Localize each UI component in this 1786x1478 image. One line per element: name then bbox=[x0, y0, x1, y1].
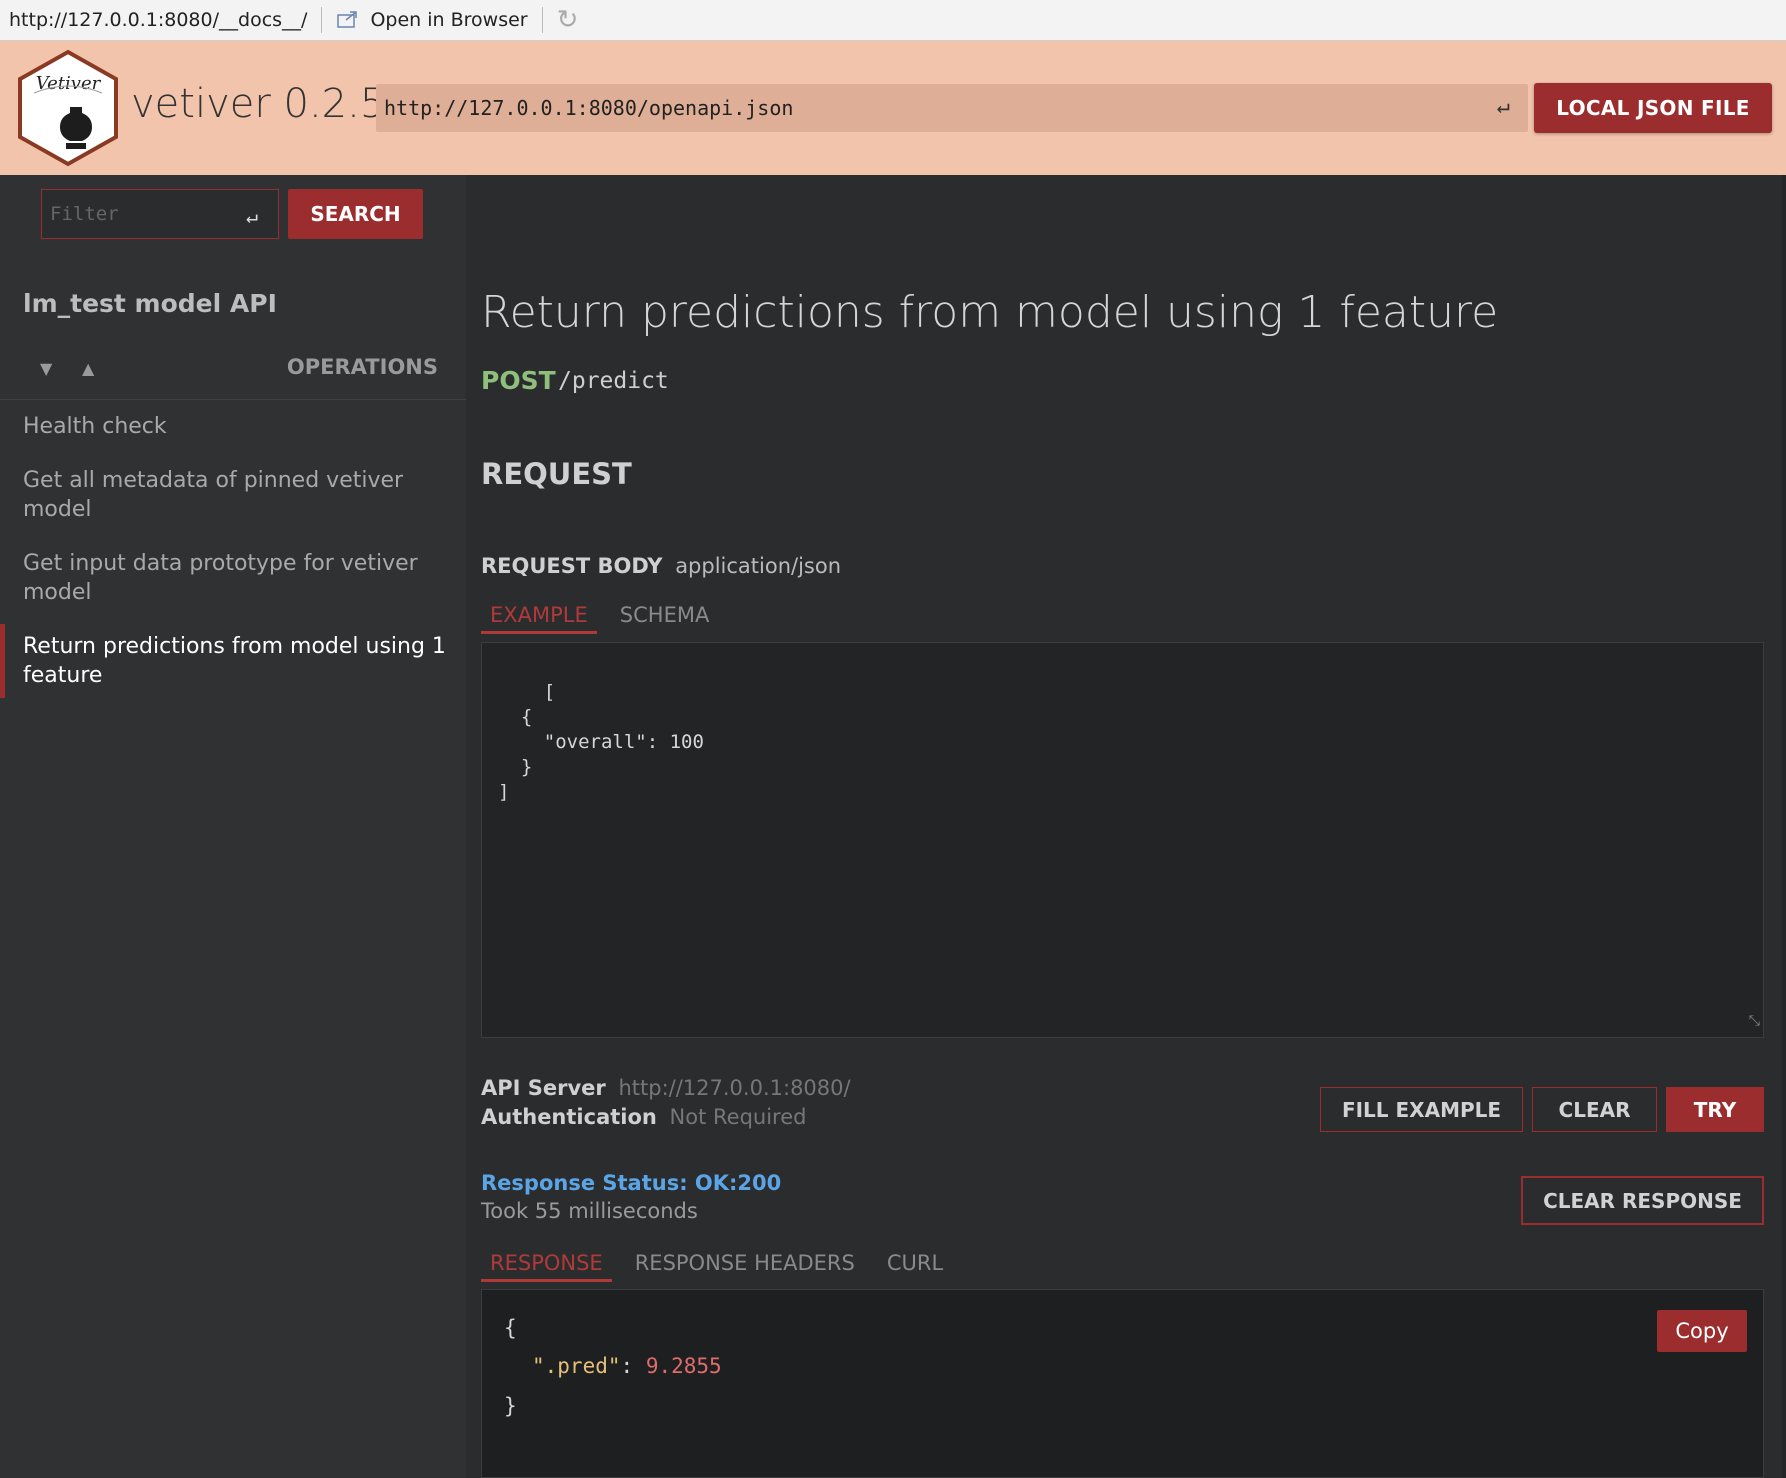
response-status: Response Status: OK:200 bbox=[481, 1171, 782, 1195]
tab-response[interactable]: RESPONSE bbox=[481, 1251, 612, 1282]
app-header: Vetiver vetiver 0.2.5 http://127.0.0.1:8… bbox=[0, 41, 1786, 175]
fill-example-button[interactable]: FILL EXAMPLE bbox=[1320, 1087, 1523, 1132]
open-in-browser-button[interactable]: Open in Browser bbox=[336, 9, 528, 31]
request-body-label: REQUEST BODY bbox=[481, 554, 663, 578]
response-key: ".pred" bbox=[532, 1354, 621, 1378]
filter-placeholder: Filter bbox=[50, 203, 119, 225]
copy-button[interactable]: Copy bbox=[1657, 1310, 1747, 1352]
sidebar-item-metadata[interactable]: Get all metadata of pinned vetiver model bbox=[0, 466, 466, 524]
open-external-icon bbox=[337, 11, 358, 28]
enter-icon[interactable]: ↵ bbox=[1497, 94, 1510, 119]
http-method: POST bbox=[481, 366, 556, 395]
auth-label: Authentication bbox=[481, 1105, 657, 1129]
open-in-browser-label: Open in Browser bbox=[370, 9, 528, 31]
response-colon: : bbox=[620, 1354, 646, 1378]
operation-title: Return predictions from model using 1 fe… bbox=[481, 287, 1499, 338]
reload-icon[interactable]: ↻ bbox=[557, 5, 579, 35]
operations-bar: ▼ ▲ OPERATIONS bbox=[0, 355, 466, 400]
operations-label: OPERATIONS bbox=[286, 355, 438, 379]
logo-text: Vetiver bbox=[36, 73, 102, 94]
api-server-value: http://127.0.0.1:8080/ bbox=[618, 1076, 851, 1100]
operation-panel: Return predictions from model using 1 fe… bbox=[466, 175, 1786, 1478]
response-close-brace: } bbox=[504, 1394, 517, 1418]
auth-line: Authentication Not Required bbox=[481, 1105, 806, 1129]
api-title: lm_test model API bbox=[23, 289, 277, 318]
browser-url[interactable]: http://127.0.0.1:8080/__docs__/ bbox=[9, 9, 307, 31]
local-json-file-button[interactable]: LOCAL JSON FILE bbox=[1534, 83, 1772, 133]
body-tabs: EXAMPLE SCHEMA bbox=[481, 603, 732, 634]
example-body-text: [ { "overall": 100 } ] bbox=[498, 681, 704, 803]
spec-url-input[interactable]: http://127.0.0.1:8080/openapi.json ↵ bbox=[376, 84, 1528, 132]
tab-response-headers[interactable]: RESPONSE HEADERS bbox=[626, 1251, 864, 1282]
request-body-header: REQUEST BODY application/json bbox=[481, 554, 841, 578]
vetiver-logo: Vetiver bbox=[18, 49, 118, 167]
resize-handle-icon[interactable]: ⤡ bbox=[1749, 1009, 1760, 1034]
divider bbox=[541, 7, 543, 33]
request-body-type: application/json bbox=[675, 554, 842, 578]
enter-icon[interactable]: ↵ bbox=[246, 204, 258, 228]
response-entry: ".pred": 9.2855 bbox=[532, 1354, 722, 1378]
divider bbox=[321, 7, 323, 33]
brand-title: vetiver 0.2.5 bbox=[131, 81, 386, 127]
try-button[interactable]: TRY bbox=[1666, 1087, 1764, 1132]
tab-example[interactable]: EXAMPLE bbox=[481, 603, 597, 634]
request-body-editor[interactable]: [ { "overall": 100 } ] ⤡ bbox=[481, 642, 1764, 1038]
response-tabs: RESPONSE RESPONSE HEADERS CURL bbox=[481, 1251, 966, 1282]
expand-all-icon[interactable]: ▲ bbox=[82, 359, 94, 378]
sidebar: Filter ↵ SEARCH lm_test model API ▼ ▲ OP… bbox=[0, 175, 466, 1478]
spec-url-value: http://127.0.0.1:8080/openapi.json bbox=[384, 96, 794, 120]
response-time: Took 55 milliseconds bbox=[481, 1199, 698, 1223]
search-button[interactable]: SEARCH bbox=[288, 189, 423, 239]
api-server-label: API Server bbox=[481, 1076, 606, 1100]
response-open-brace: { bbox=[504, 1316, 517, 1340]
sidebar-item-predict[interactable]: Return predictions from model using 1 fe… bbox=[0, 624, 466, 698]
api-server-line: API Server http://127.0.0.1:8080/ bbox=[481, 1076, 851, 1100]
request-heading: REQUEST bbox=[481, 457, 632, 491]
clear-response-button[interactable]: CLEAR RESPONSE bbox=[1521, 1176, 1764, 1225]
browser-bar: http://127.0.0.1:8080/__docs__/ Open in … bbox=[0, 0, 1786, 41]
scrollbar[interactable] bbox=[1782, 175, 1786, 1478]
clear-button[interactable]: CLEAR bbox=[1532, 1087, 1657, 1132]
sidebar-item-prototype[interactable]: Get input data prototype for vetiver mod… bbox=[0, 549, 466, 607]
response-value: 9.2855 bbox=[645, 1354, 722, 1378]
tab-curl[interactable]: CURL bbox=[878, 1251, 952, 1282]
filter-input[interactable]: Filter ↵ bbox=[41, 189, 279, 239]
tab-schema[interactable]: SCHEMA bbox=[611, 603, 719, 634]
endpoint-path: /predict bbox=[558, 368, 669, 394]
sidebar-item-health-check[interactable]: Health check bbox=[0, 412, 466, 441]
auth-value: Not Required bbox=[669, 1105, 807, 1129]
response-body: { ".pred": 9.2855 } Copy bbox=[481, 1289, 1764, 1478]
collapse-all-icon[interactable]: ▼ bbox=[40, 359, 52, 378]
